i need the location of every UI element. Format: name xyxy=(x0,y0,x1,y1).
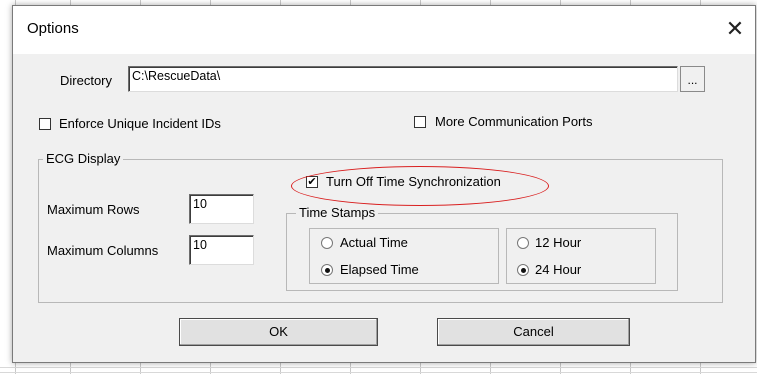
24-hour-radio[interactable] xyxy=(517,264,529,276)
options-dialog: Options ✕ Directory C:\RescueData\ ... E… xyxy=(12,5,756,363)
24-hour-label: 24 Hour xyxy=(535,262,582,277)
max-columns-label: Maximum Columns xyxy=(47,243,159,258)
close-icon[interactable]: ✕ xyxy=(720,14,750,44)
directory-label: Directory xyxy=(60,73,113,88)
enforce-unique-label: Enforce Unique Incident IDs xyxy=(59,116,221,131)
highlight-ellipse xyxy=(291,166,549,206)
max-rows-input[interactable]: 10 xyxy=(189,194,254,224)
more-ports-label: More Communication Ports xyxy=(435,114,593,129)
ecg-display-group-label: ECG Display xyxy=(43,151,124,166)
directory-input[interactable]: C:\RescueData\ xyxy=(128,66,678,92)
max-columns-input[interactable]: 10 xyxy=(189,235,254,265)
time-stamps-group-label: Time Stamps xyxy=(296,205,379,220)
cancel-button[interactable]: Cancel xyxy=(437,318,630,346)
12-hour-radio[interactable] xyxy=(517,237,529,249)
dialog-title: Options xyxy=(27,20,79,37)
max-rows-label: Maximum Rows xyxy=(47,202,140,217)
elapsed-time-radio[interactable] xyxy=(321,264,333,276)
ok-button[interactable]: OK xyxy=(179,318,378,346)
actual-time-radio[interactable] xyxy=(321,237,333,249)
actual-time-label: Actual Time xyxy=(340,235,408,250)
12-hour-label: 12 Hour xyxy=(535,235,582,250)
enforce-unique-checkbox[interactable] xyxy=(39,118,51,130)
elapsed-time-label: Elapsed Time xyxy=(340,262,419,277)
more-ports-checkbox[interactable] xyxy=(414,116,426,128)
browse-button[interactable]: ... xyxy=(680,66,705,92)
title-bar: Options ✕ xyxy=(13,6,755,54)
